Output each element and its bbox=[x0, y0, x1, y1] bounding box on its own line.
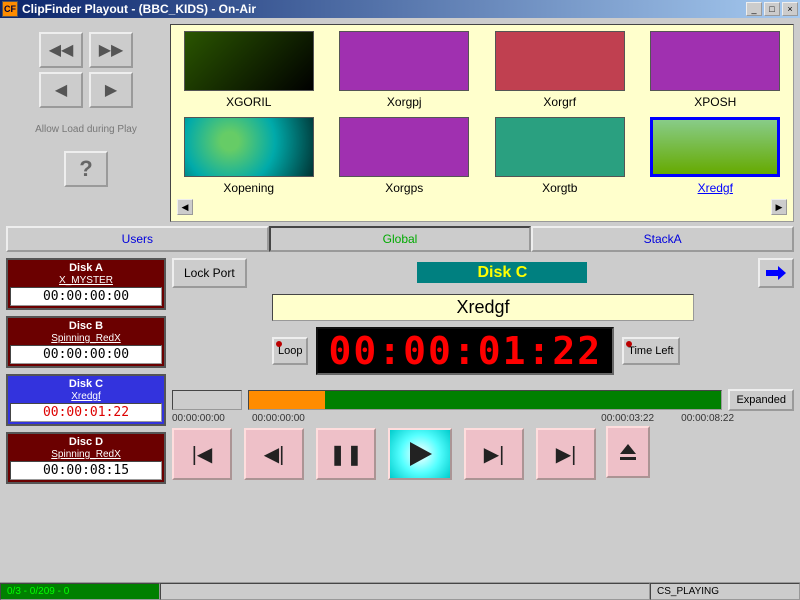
eject-button[interactable] bbox=[606, 426, 650, 478]
loop-button[interactable]: Loop bbox=[272, 337, 308, 365]
clip-label: Xorgtb bbox=[542, 181, 577, 195]
disk-clip: X_MYSTER bbox=[10, 275, 162, 286]
current-clip-name: Xredgf bbox=[272, 294, 694, 321]
status-state: CS_PLAYING bbox=[650, 583, 800, 600]
next-button[interactable]: ▶ bbox=[89, 72, 133, 108]
disk-name: Disc B bbox=[10, 320, 162, 332]
disk-name: Disc D bbox=[10, 436, 162, 448]
help-button[interactable]: ? bbox=[64, 151, 108, 187]
title-bar: CF ClipFinder Playout - (BBC_KIDS) - On-… bbox=[0, 0, 800, 18]
loop-led-icon bbox=[276, 341, 282, 347]
clip-item[interactable]: Xorgpj bbox=[333, 31, 477, 109]
close-button[interactable]: × bbox=[782, 2, 798, 16]
prev-button[interactable]: ◀ bbox=[39, 72, 83, 108]
clip-item[interactable]: Xopening bbox=[177, 117, 321, 195]
progress-pre-segment[interactable] bbox=[172, 390, 242, 410]
clip-thumbnail bbox=[184, 31, 314, 91]
lock-port-button[interactable]: Lock Port bbox=[172, 258, 247, 288]
window-title: ClipFinder Playout - (BBC_KIDS) - On-Air bbox=[22, 2, 744, 16]
center-panel: Lock Port Disk C Xredgf Loop 00:00:01:22… bbox=[172, 258, 794, 484]
pause-button[interactable]: ❚❚ bbox=[316, 428, 376, 480]
clip-item[interactable]: XGORIL bbox=[177, 31, 321, 109]
clip-thumbnail bbox=[650, 31, 780, 91]
clip-browser: XGORIL Xorgpj Xorgrf XPOSH Xopening Xorgps Xor… bbox=[170, 24, 794, 222]
play-button[interactable] bbox=[388, 428, 452, 480]
clip-thumbnail bbox=[495, 117, 625, 177]
clip-label: XPOSH bbox=[694, 95, 736, 109]
timecode-display: 00:00:01:22 bbox=[316, 327, 614, 375]
nav-panel: ◀◀ ▶▶ ◀ ▶ Allow Load during Play ? bbox=[6, 24, 166, 222]
disk-time: 00:00:00:00 bbox=[10, 345, 162, 364]
tab-users[interactable]: Users bbox=[6, 226, 269, 252]
disk-name: Disk A bbox=[10, 262, 162, 274]
step-back-button[interactable]: ◀| bbox=[244, 428, 304, 480]
app-icon: CF bbox=[2, 1, 18, 17]
clip-item[interactable]: Xredgf bbox=[644, 117, 788, 195]
transport-time-cur: 00:00:00:00 bbox=[252, 413, 322, 424]
loop-label: Loop bbox=[278, 345, 302, 357]
disk-slot[interactable]: Disk CXredgf00:00:01:22 bbox=[6, 374, 166, 426]
transport-time-a: 00:00:03:22 bbox=[584, 413, 654, 424]
clip-thumbnail bbox=[339, 117, 469, 177]
clip-label: XGORIL bbox=[226, 95, 271, 109]
goto-end-button[interactable]: ▶| bbox=[536, 428, 596, 480]
disk-slot[interactable]: Disk AX_MYSTER00:00:00:00 bbox=[6, 258, 166, 310]
disk-clip: Spinning_RedX bbox=[10, 333, 162, 344]
tabs: Users Global StackA bbox=[0, 224, 800, 254]
maximize-button[interactable]: □ bbox=[764, 2, 780, 16]
clip-label: Xredgf bbox=[698, 181, 733, 195]
clip-label: Xorgpj bbox=[387, 95, 422, 109]
status-counts: 0/3 - 0/209 - 0 bbox=[0, 583, 160, 600]
clip-label: Xopening bbox=[223, 181, 274, 195]
disk-time: 00:00:08:15 bbox=[10, 461, 162, 480]
disk-slot[interactable]: Disc DSpinning_RedX00:00:08:15 bbox=[6, 432, 166, 484]
goto-start-button[interactable]: |◀ bbox=[172, 428, 232, 480]
scroll-left-button[interactable]: ◀ bbox=[177, 199, 193, 215]
rewind-fast-button[interactable]: ◀◀ bbox=[39, 32, 83, 68]
time-left-button[interactable]: Time Left bbox=[622, 337, 679, 365]
clip-item[interactable]: Xorgtb bbox=[488, 117, 632, 195]
clip-item[interactable]: XPOSH bbox=[644, 31, 788, 109]
step-fwd-button[interactable]: ▶| bbox=[464, 428, 524, 480]
status-bar: 0/3 - 0/209 - 0 CS_PLAYING bbox=[0, 582, 800, 600]
tab-global[interactable]: Global bbox=[269, 226, 532, 252]
disk-banner: Disk C bbox=[417, 262, 587, 283]
clip-thumbnail bbox=[339, 31, 469, 91]
clip-label: Xorgps bbox=[385, 181, 423, 195]
forward-fast-button[interactable]: ▶▶ bbox=[89, 32, 133, 68]
scroll-right-button[interactable]: ▶ bbox=[771, 199, 787, 215]
next-disk-button[interactable] bbox=[758, 258, 794, 288]
tab-stacka[interactable]: StackA bbox=[531, 226, 794, 252]
clip-item[interactable]: Xorgps bbox=[333, 117, 477, 195]
transport-time-in: 00:00:00:00 bbox=[172, 413, 242, 424]
minimize-button[interactable]: _ bbox=[746, 2, 762, 16]
clip-label: Xorgrf bbox=[543, 95, 576, 109]
status-spacer bbox=[160, 583, 650, 600]
disk-list: Disk AX_MYSTER00:00:00:00Disc BSpinning_… bbox=[6, 258, 166, 484]
expanded-button[interactable]: Expanded bbox=[728, 389, 794, 411]
timeleft-label: Time Left bbox=[628, 345, 673, 357]
disk-clip: Xredgf bbox=[10, 391, 162, 402]
disk-time: 00:00:01:22 bbox=[10, 403, 162, 422]
transport-time-b: 00:00:08:22 bbox=[664, 413, 734, 424]
disk-clip: Spinning_RedX bbox=[10, 449, 162, 460]
progress-bar[interactable] bbox=[248, 390, 722, 410]
allow-load-label: Allow Load during Play bbox=[35, 124, 137, 135]
clip-item[interactable]: Xorgrf bbox=[488, 31, 632, 109]
clip-thumbnail bbox=[184, 117, 314, 177]
disk-slot[interactable]: Disc BSpinning_RedX00:00:00:00 bbox=[6, 316, 166, 368]
clip-thumbnail bbox=[650, 117, 780, 177]
disk-time: 00:00:00:00 bbox=[10, 287, 162, 306]
disk-name: Disk C bbox=[10, 378, 162, 390]
clip-thumbnail bbox=[495, 31, 625, 91]
